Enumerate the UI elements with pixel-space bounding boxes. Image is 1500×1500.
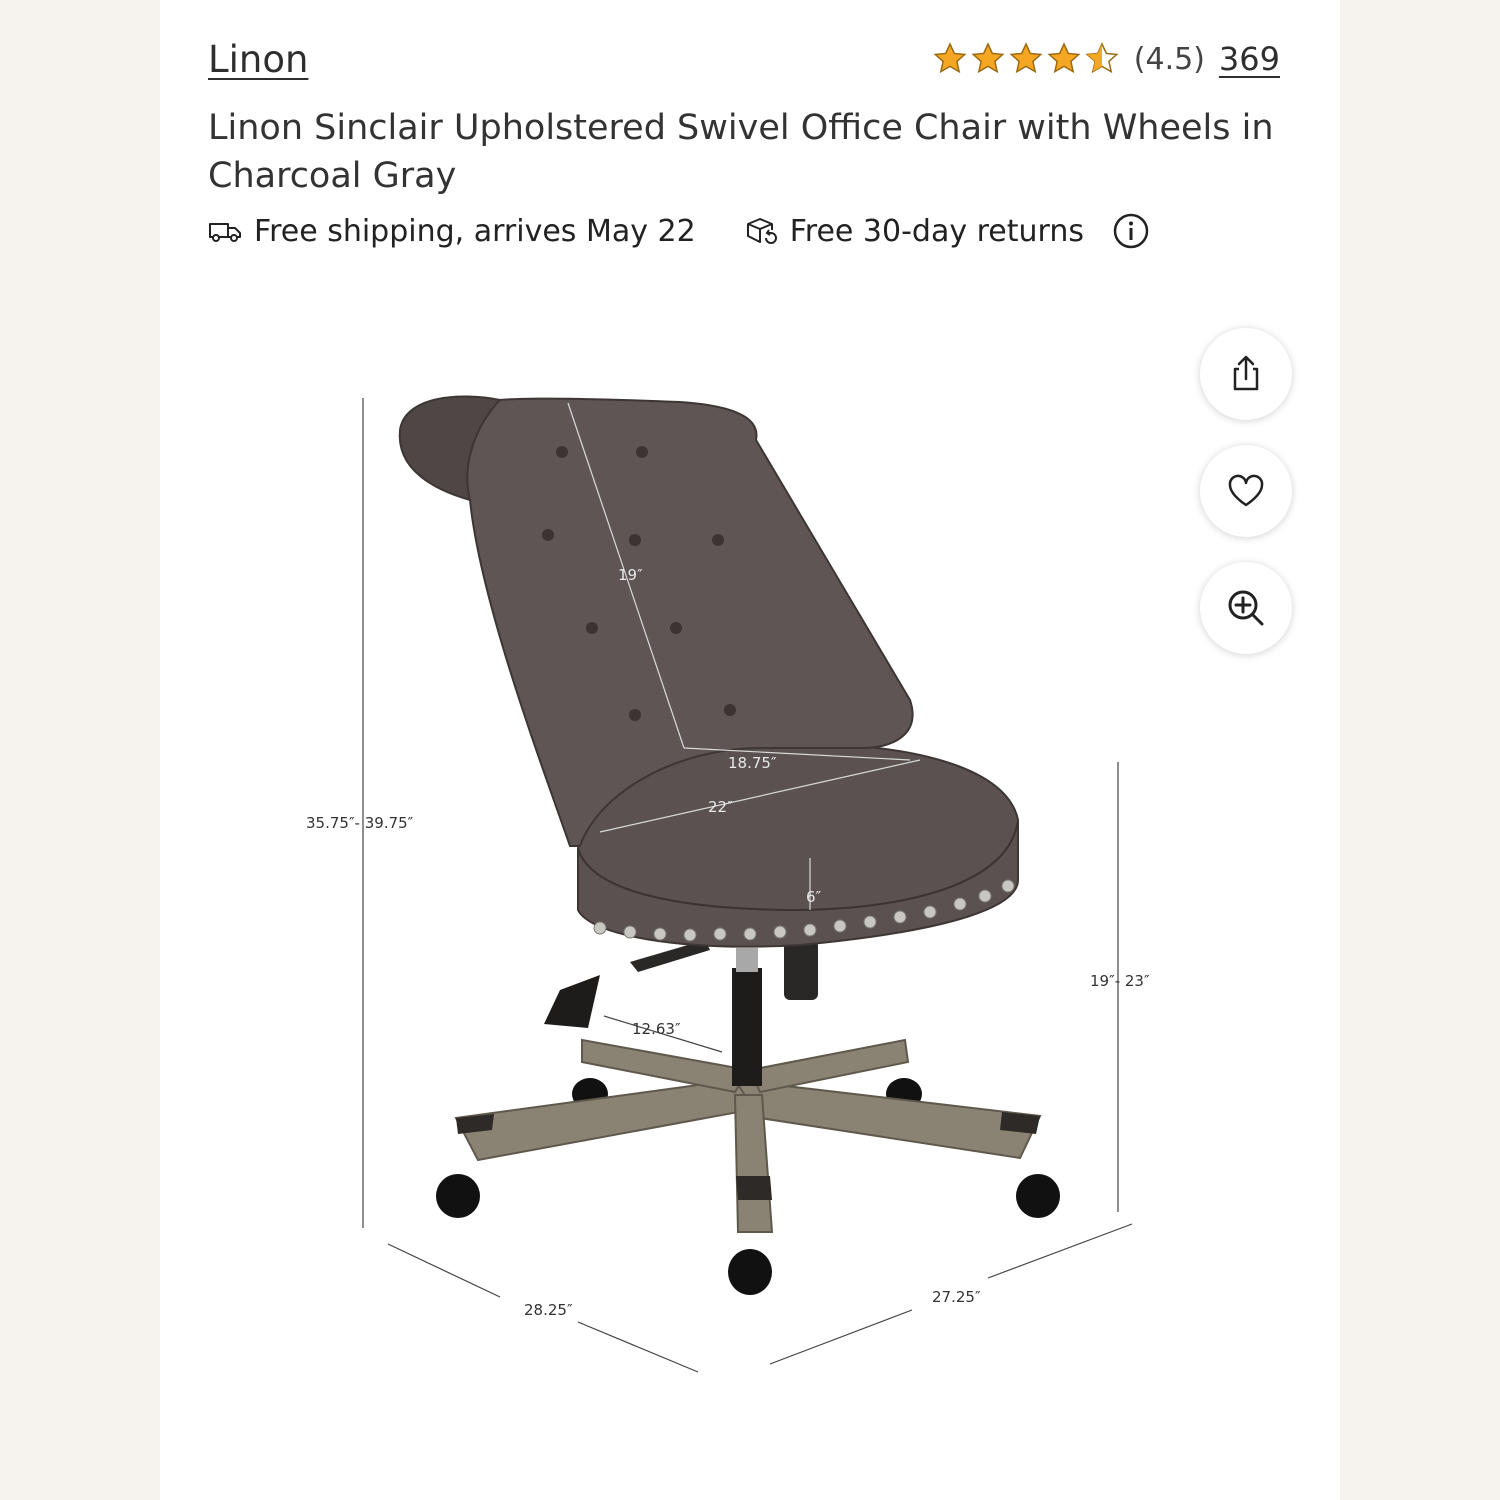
star-rating <box>932 41 1120 77</box>
star-icon <box>933 42 967 74</box>
product-title: Linon Sinclair Upholstered Swivel Office… <box>208 108 1274 196</box>
product-page: Linon (4.5) 369 Linon Sinclair Upholster… <box>160 0 1340 1500</box>
seat-thickness-label: 6″ <box>806 888 822 906</box>
base-spoke-label: 12.63″ <box>632 1020 681 1038</box>
chair-gas-lift <box>732 968 762 1086</box>
truck-icon <box>209 223 241 242</box>
star-icon <box>1009 42 1043 74</box>
returns-perk: Free 30-day returns <box>744 214 1084 249</box>
star-icon <box>1047 42 1081 74</box>
chair-lever <box>544 975 600 1028</box>
back-height-label: 19″ <box>618 566 643 584</box>
shipping-perk: Free shipping, arrives May 22 <box>208 214 696 249</box>
product-image[interactable]: 35.75″- 39.75″ 19″- 23″ 28.25″ 27.25″ 19… <box>160 300 1340 1420</box>
seat-width-label: 22″ <box>708 798 733 816</box>
shipping-label: Free shipping, arrives May 22 <box>254 213 696 249</box>
chair-dimension-diagram: 35.75″- 39.75″ 19″- 23″ 28.25″ 27.25″ 19… <box>306 395 1150 1373</box>
overall-height-label: 35.75″- 39.75″ <box>306 814 414 832</box>
perks-row: Free shipping, arrives May 22 Free 30-da… <box>208 212 1150 250</box>
info-icon[interactable] <box>1112 212 1150 250</box>
seat-depth-label: 18.75″ <box>728 754 777 772</box>
seat-height-label: 19″- 23″ <box>1090 972 1150 990</box>
rating-value: (4.5) <box>1133 41 1205 77</box>
chair-knob <box>784 940 818 1000</box>
review-count-link[interactable]: 369 <box>1219 40 1280 78</box>
brand-link[interactable]: Linon <box>208 38 308 81</box>
returns-label: Free 30-day returns <box>789 213 1084 249</box>
half-star-icon <box>1085 42 1119 74</box>
rating-summary[interactable]: (4.5) 369 <box>932 40 1280 78</box>
star-icon <box>971 42 1005 74</box>
depth-label: 28.25″ <box>524 1301 573 1319</box>
width-label: 27.25″ <box>932 1288 981 1306</box>
return-box-icon <box>746 218 777 244</box>
